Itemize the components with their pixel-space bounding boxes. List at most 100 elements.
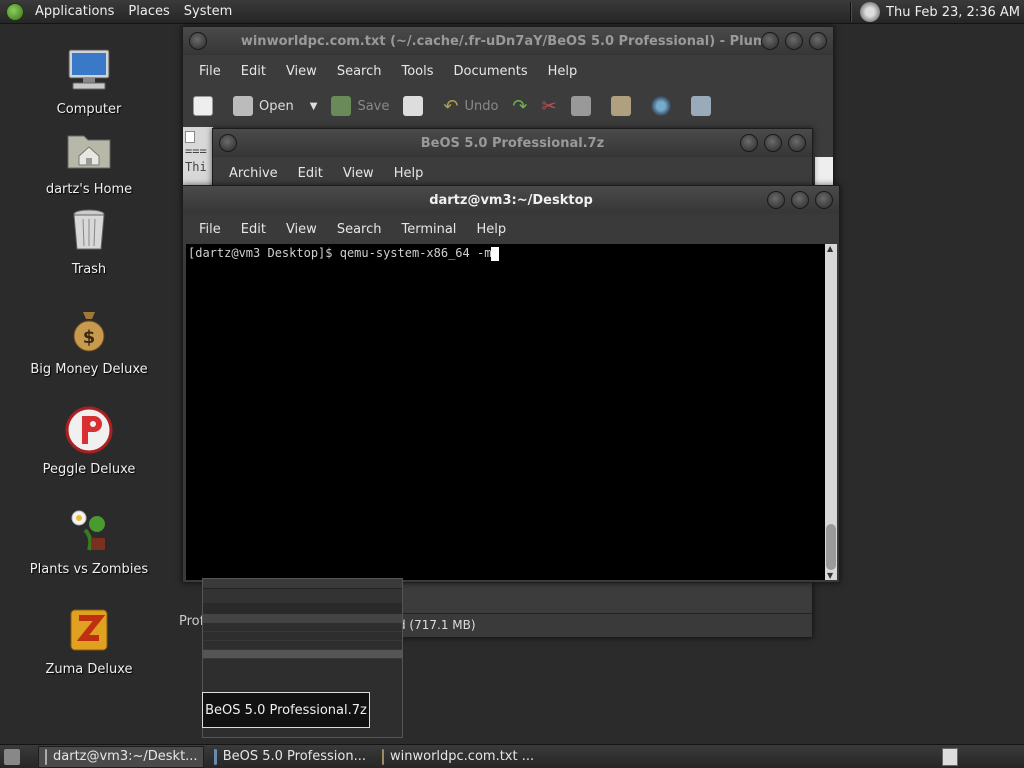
terminal-title: dartz@vm3:~/Desktop (429, 192, 593, 208)
new-document-icon (193, 96, 213, 116)
scrollbar-thumb[interactable] (826, 524, 836, 570)
workspace-switcher-icon[interactable] (942, 748, 958, 766)
show-desktop-button[interactable] (0, 746, 24, 768)
undo-button[interactable]: ↶ Undo (443, 96, 498, 117)
scroll-up-icon[interactable]: ▲ (827, 244, 833, 253)
panel-separator (850, 2, 853, 22)
clock[interactable]: Thu Feb 23, 2:36 AM (886, 5, 1024, 20)
thumbnail-row (203, 632, 402, 641)
archive-menu-help[interactable]: Help (384, 166, 434, 181)
archive-status-text: d (717.1 MB) (398, 618, 476, 632)
taskbar-item-archive[interactable]: BeOS 5.0 Profession... (208, 746, 372, 768)
pluma-menu-documents[interactable]: Documents (444, 64, 538, 79)
maximize-button[interactable] (785, 32, 803, 50)
taskbar-item-pluma[interactable]: winworldpc.com.txt ... (376, 746, 540, 768)
desktop-icon-home[interactable]: dartz's Home (14, 126, 164, 197)
archive-titlebar[interactable]: BeOS 5.0 Professional.7z (213, 129, 812, 157)
desktop-icon-label: Trash (71, 262, 107, 277)
tooltip: BeOS 5.0 Professional.7z (202, 692, 370, 728)
svg-text:$: $ (83, 327, 96, 348)
open-icon (233, 96, 253, 116)
archive-menu-archive[interactable]: Archive (219, 166, 288, 181)
document-icon (185, 131, 195, 143)
minimize-button[interactable] (740, 134, 758, 152)
minimize-button[interactable] (767, 191, 785, 209)
thumbnail-row (203, 623, 402, 632)
find-button[interactable] (650, 96, 677, 116)
taskbar-item-terminal[interactable]: dartz@vm3:~/Deskt... (38, 745, 204, 768)
close-button[interactable] (815, 191, 833, 209)
open-button[interactable]: Open ▼ (233, 96, 317, 116)
maximize-button[interactable] (791, 191, 809, 209)
window-menu-button[interactable] (189, 32, 207, 50)
terminal-menu-help[interactable]: Help (466, 222, 516, 237)
taskbar-label: dartz@vm3:~/Deskt... (53, 749, 198, 764)
mate-logo-icon[interactable] (6, 2, 24, 21)
desktop-icon-plants-vs-zombies[interactable]: Plants vs Zombies (14, 506, 164, 577)
archive-menu-edit[interactable]: Edit (288, 166, 333, 181)
archive-icon (214, 748, 217, 765)
archive-menu-view[interactable]: View (333, 166, 384, 181)
thumbnail-row (203, 641, 402, 650)
maximize-button[interactable] (764, 134, 782, 152)
terminal-menu-file[interactable]: File (189, 222, 231, 237)
pluma-scrollbar[interactable] (815, 157, 833, 185)
minimize-button[interactable] (761, 32, 779, 50)
desktop-icon-trash[interactable]: Trash (14, 206, 164, 277)
copy-button[interactable] (570, 96, 597, 116)
new-button[interactable] (193, 96, 219, 116)
terminal-menu-edit[interactable]: Edit (231, 222, 276, 237)
zuma-icon (70, 609, 108, 651)
peggle-icon (65, 406, 113, 454)
pluma-titlebar[interactable]: winworldpc.com.txt (~/.cache/.fr-uDn7aY/… (183, 27, 833, 55)
places-menu[interactable]: Places (121, 4, 176, 19)
desktop-icon-computer[interactable]: Computer (14, 46, 164, 117)
chevron-down-icon[interactable]: ▼ (310, 101, 318, 112)
terminal-menu-terminal[interactable]: Terminal (391, 222, 466, 237)
desktop-icon-label: Computer (56, 102, 122, 117)
terminal-menu-view[interactable]: View (276, 222, 327, 237)
replace-button[interactable] (690, 96, 717, 116)
money-bag-icon: $ (73, 312, 105, 352)
pluma-menu-view[interactable]: View (276, 64, 327, 79)
desktop-icon-peggle[interactable]: Peggle Deluxe (14, 406, 164, 477)
terminal-output[interactable]: [dartz@vm3 Desktop]$ qemu-system-x86_64 … (186, 244, 825, 580)
pluma-menu-file[interactable]: File (189, 64, 231, 79)
terminal-cursor (491, 246, 500, 261)
save-button[interactable]: Save (331, 96, 389, 116)
text-editor-icon (382, 748, 384, 765)
terminal-scrollbar[interactable]: ▲ ▼ (825, 244, 837, 580)
system-menu[interactable]: System (177, 4, 239, 19)
close-button[interactable] (788, 134, 806, 152)
terminal-menu-search[interactable]: Search (327, 222, 392, 237)
applications-menu[interactable]: Applications (28, 4, 121, 19)
redo-button[interactable]: ↷ (512, 96, 527, 117)
print-button[interactable] (403, 96, 429, 116)
cut-button[interactable]: ✂ (542, 96, 557, 117)
desktop-icon-zuma[interactable]: Zuma Deluxe (14, 606, 164, 677)
pluma-menu-tools[interactable]: Tools (391, 64, 443, 79)
pluma-toolbar: Open ▼ Save ↶ Undo ↷ ✂ (183, 88, 833, 124)
paste-icon (610, 96, 631, 116)
terminal-icon (45, 748, 47, 765)
undo-icon: ↶ (443, 95, 459, 117)
desktop-icon-big-money[interactable]: $ Big Money Deluxe (14, 306, 164, 377)
pluma-title: winworldpc.com.txt (~/.cache/.fr-uDn7aY/… (240, 33, 776, 49)
scroll-down-icon[interactable]: ▼ (827, 571, 833, 580)
pluma-menu-search[interactable]: Search (327, 64, 392, 79)
paste-button[interactable] (610, 96, 637, 116)
pluma-menubar: File Edit View Search Tools Documents He… (183, 58, 833, 84)
terminal-window[interactable]: dartz@vm3:~/Desktop File Edit View Searc… (182, 185, 840, 583)
open-label: Open (259, 98, 294, 114)
terminal-titlebar[interactable]: dartz@vm3:~/Desktop (183, 186, 839, 214)
close-button[interactable] (809, 32, 827, 50)
pluma-text-area[interactable]: === Thi (183, 127, 213, 185)
volume-icon[interactable] (860, 2, 881, 22)
plants-vs-zombies-icon (71, 510, 105, 551)
pluma-menu-help[interactable]: Help (538, 64, 588, 79)
thumbnail-locationbar (203, 603, 402, 615)
save-icon (331, 96, 352, 116)
trash-icon (73, 209, 105, 250)
pluma-menu-edit[interactable]: Edit (231, 64, 276, 79)
window-menu-button[interactable] (219, 134, 237, 152)
